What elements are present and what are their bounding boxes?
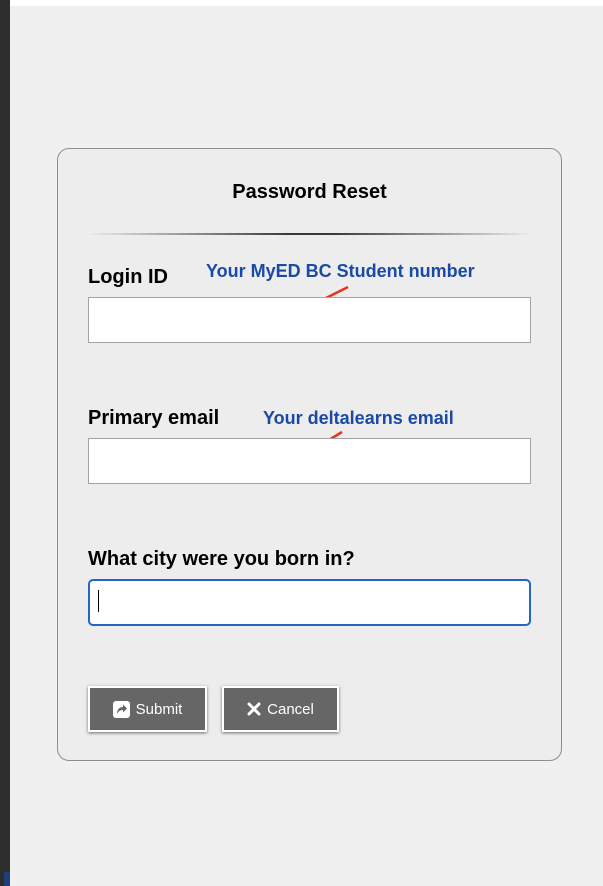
submit-button[interactable]: Submit — [88, 686, 207, 732]
login-id-input[interactable] — [88, 297, 531, 343]
login-id-label: Login ID — [88, 266, 168, 288]
x-icon — [247, 702, 261, 716]
submit-button-label: Submit — [135, 700, 183, 718]
primary-email-label: Primary email — [88, 407, 220, 429]
login-id-hint: Your MyED BC Student number — [206, 261, 475, 281]
text-cursor — [98, 590, 99, 612]
password-reset-panel: Password Reset Login ID Your MyED BC Stu… — [57, 148, 562, 761]
title-divider — [88, 233, 533, 235]
primary-email-hint: Your deltalearns email — [263, 408, 454, 428]
security-question-label: What city were you born in? — [88, 548, 355, 570]
security-answer-input[interactable] — [88, 579, 531, 626]
cancel-button[interactable]: Cancel — [222, 686, 339, 732]
panel-title: Password Reset — [232, 181, 387, 203]
share-arrow-icon — [112, 700, 130, 718]
primary-email-input[interactable] — [88, 438, 531, 484]
cancel-button-label: Cancel — [267, 700, 314, 718]
window-edge-bar — [0, 0, 10, 886]
